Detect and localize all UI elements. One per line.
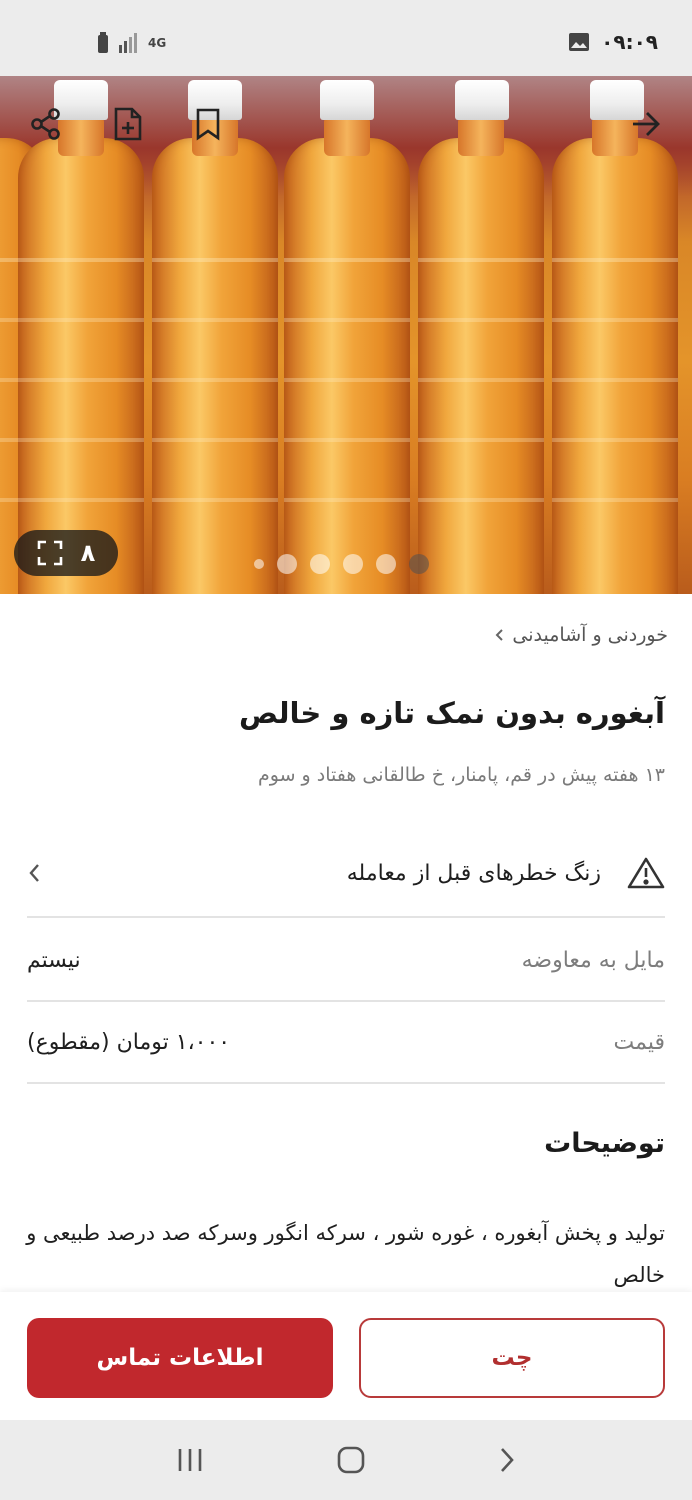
carousel-dot[interactable]: [310, 554, 330, 574]
bookmark-button[interactable]: [188, 104, 228, 144]
exchange-row: مایل به معاوضه نیستم: [27, 920, 665, 1002]
bottle-neck: [458, 116, 504, 156]
chat-button[interactable]: چت: [359, 1318, 665, 1398]
status-bar: 4G ۰۹:۰۹: [0, 0, 692, 76]
exchange-label: مایل به معاوضه: [521, 947, 665, 973]
price-label: قیمت: [613, 1029, 665, 1055]
back-button[interactable]: [626, 104, 666, 144]
add-note-button[interactable]: [108, 104, 148, 144]
warning-main: زنگ خطرهای قبل از معامله: [347, 856, 665, 890]
bookmark-icon: [196, 108, 220, 141]
carousel-dot[interactable]: [277, 554, 297, 574]
add-note-icon: [114, 107, 142, 141]
bottle-neck: [324, 116, 370, 156]
warning-icon: [627, 857, 665, 889]
chevron-left-icon: [496, 629, 504, 641]
chevron-left-icon: [29, 864, 39, 882]
warning-text: زنگ خطرهای قبل از معامله: [346, 860, 601, 886]
price-row: قیمت ۱،۰۰۰ تومان (مقطوع): [27, 1002, 665, 1084]
clock: ۰۹:۰۹: [601, 30, 658, 54]
network-type: 4G: [148, 36, 167, 50]
recent-apps-icon[interactable]: [176, 1447, 204, 1473]
bottle: [418, 138, 544, 594]
price-value: ۱،۰۰۰ تومان (مقطوع): [27, 1029, 231, 1055]
bottle: [152, 138, 278, 594]
share-button[interactable]: [26, 104, 66, 144]
exchange-value: نیستم: [27, 947, 81, 973]
home-icon[interactable]: [336, 1445, 366, 1475]
bottle: [18, 138, 144, 594]
system-nav-bar: [0, 1420, 692, 1500]
breadcrumb[interactable]: خوردنی و آشامیدنی: [494, 624, 668, 646]
safety-warning-row[interactable]: زنگ خطرهای قبل از معامله: [27, 830, 665, 918]
share-icon: [31, 108, 60, 140]
gallery-icon: [569, 33, 590, 51]
description-title: توضیحات: [544, 1128, 665, 1159]
carousel-indicator: [254, 554, 429, 574]
back-arrow-icon: [633, 112, 660, 136]
fullscreen-icon: [37, 540, 62, 566]
ad-meta: ۱۳ هفته پیش در قم، پامنار، خ طالقانی هفت…: [258, 764, 665, 786]
back-nav-icon[interactable]: [498, 1446, 516, 1474]
carousel-dot[interactable]: [376, 554, 396, 574]
bottle-cap: [455, 80, 509, 120]
status-icons: 4G: [96, 32, 166, 54]
photo-count: ۸: [80, 539, 96, 567]
ad-image-carousel[interactable]: ۸: [0, 76, 692, 594]
photo-count-badge[interactable]: ۸: [14, 530, 118, 576]
bottle: [552, 138, 678, 594]
breadcrumb-category[interactable]: خوردنی و آشامیدنی: [512, 624, 668, 646]
status-right: ۰۹:۰۹: [569, 30, 658, 54]
ad-title: آبغوره بدون نمک تازه و خالص: [239, 696, 665, 730]
carousel-dot[interactable]: [343, 554, 363, 574]
battery-icon: [98, 32, 108, 53]
bottle-cap: [320, 80, 374, 120]
signal-icon: [119, 33, 137, 53]
action-bar: چت اطلاعات تماس: [0, 1292, 692, 1420]
bottle: [284, 138, 410, 594]
description-text: تولید و پخش آبغوره ، غوره شور ، سرکه انگ…: [26, 1221, 665, 1287]
contact-info-button[interactable]: اطلاعات تماس: [27, 1318, 333, 1398]
carousel-dot-active[interactable]: [409, 554, 429, 574]
carousel-dot[interactable]: [254, 559, 264, 569]
